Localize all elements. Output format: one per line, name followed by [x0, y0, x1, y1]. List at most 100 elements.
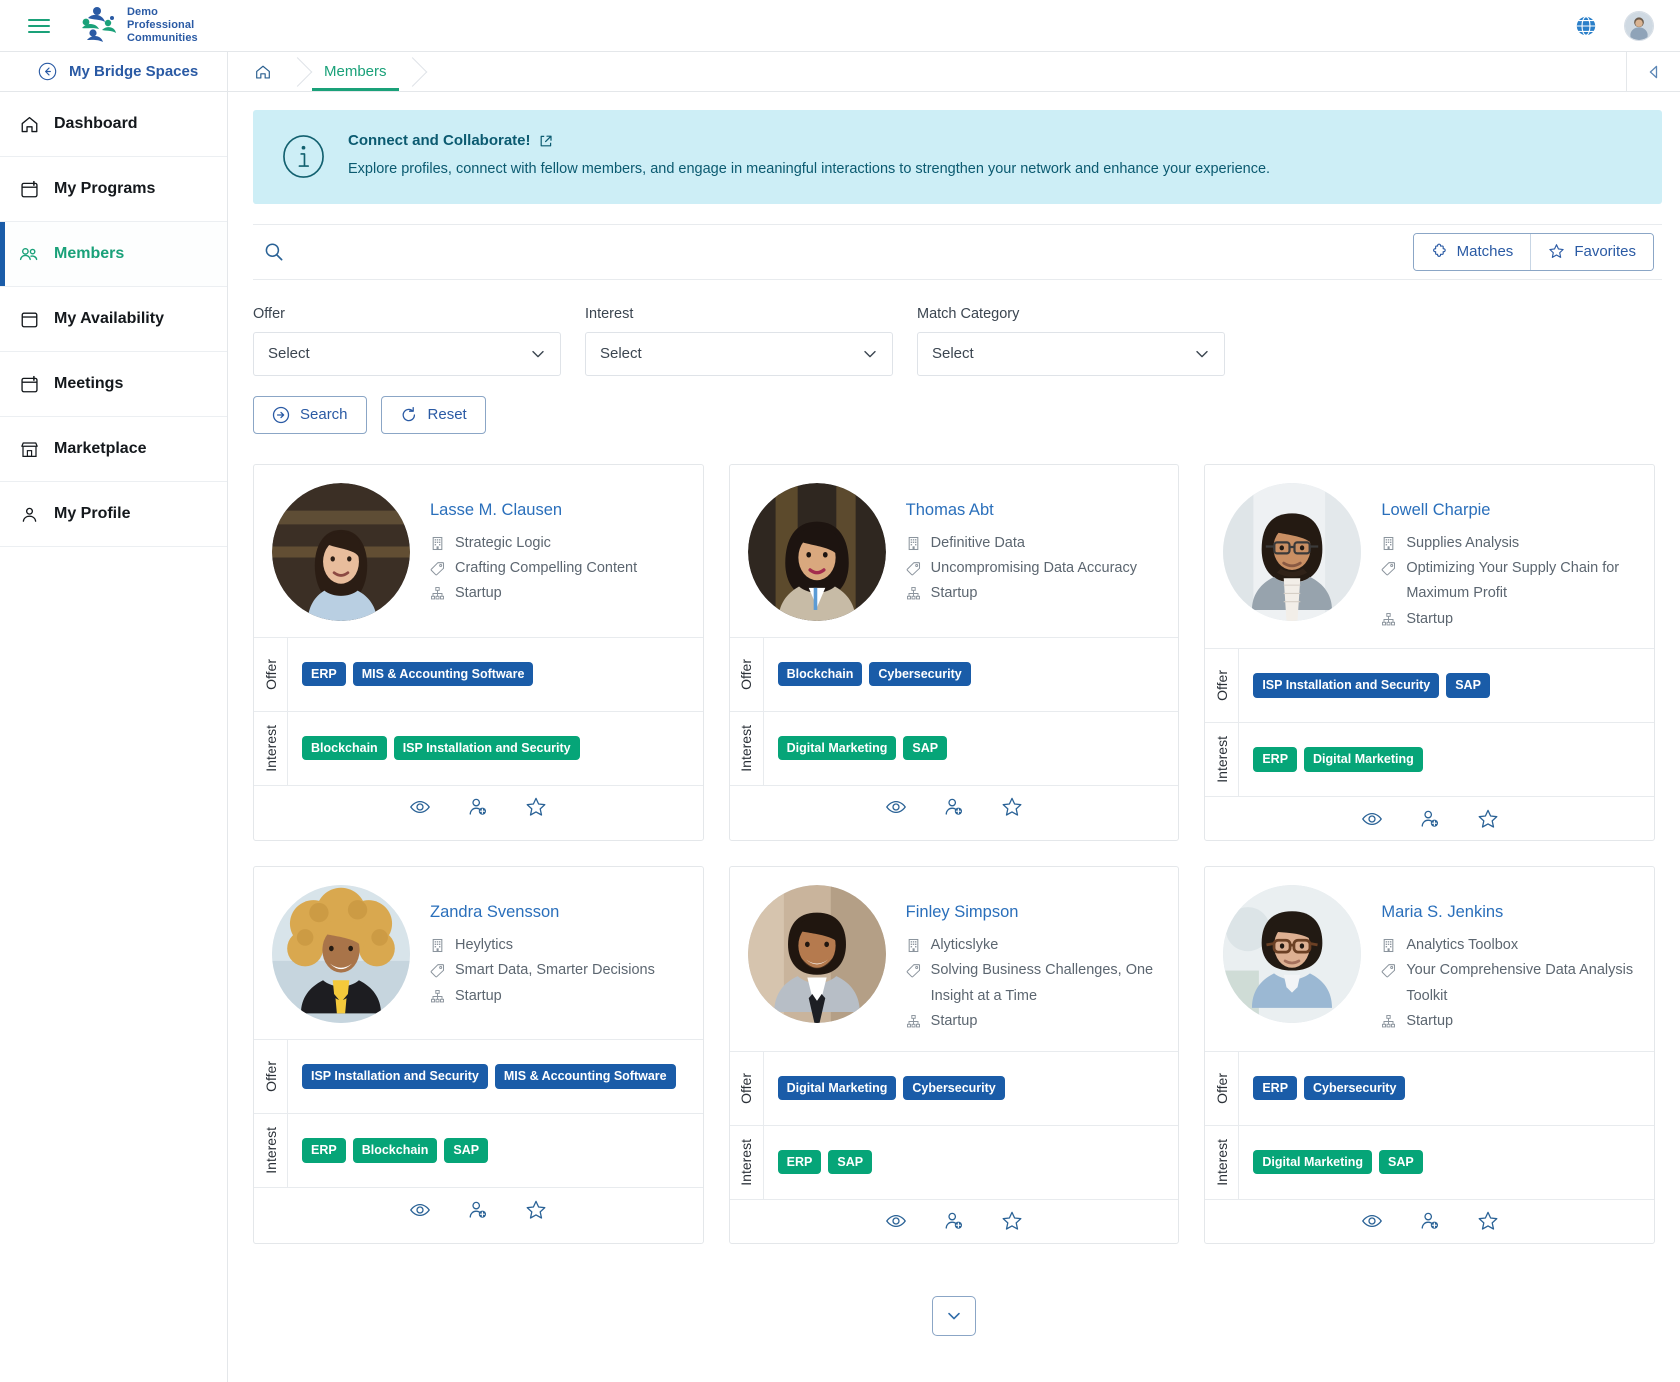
sidebar-item-label: My Programs	[54, 180, 156, 197]
interest-tag[interactable]: Digital Marketing	[777, 735, 897, 761]
star-icon[interactable]	[525, 796, 547, 818]
star-icon[interactable]	[1477, 808, 1499, 830]
member-name[interactable]: Finley Simpson	[906, 903, 1161, 922]
add-person-icon[interactable]	[943, 1210, 965, 1232]
add-person-icon[interactable]	[467, 796, 489, 818]
interest-tag[interactable]: ERP	[302, 1138, 346, 1163]
member-info: Finley Simpson Alyticslyke Solving Busin…	[906, 885, 1161, 1035]
offer-tag[interactable]: Digital Marketing	[777, 1075, 897, 1101]
filter-offer: Offer Select	[253, 306, 561, 376]
favorites-button[interactable]: Favorites	[1530, 233, 1653, 270]
back-to-bridge-spaces[interactable]: My Bridge Spaces	[0, 52, 228, 91]
filter-offer-select[interactable]: Select	[253, 331, 561, 376]
interest-tag[interactable]: SAP	[828, 1149, 873, 1175]
sidebar-item-meetings[interactable]: Meetings	[0, 352, 227, 417]
search-input[interactable]	[299, 243, 1399, 261]
offer-label-text: Offer	[1213, 670, 1230, 701]
breadcrumb-home[interactable]	[228, 52, 298, 91]
star-icon[interactable]	[525, 1199, 547, 1221]
offer-tag[interactable]: ISP Installation and Security	[1253, 673, 1440, 698]
external-link-icon[interactable]	[539, 134, 553, 148]
tag-icon	[906, 964, 920, 978]
avatar[interactable]	[1624, 10, 1654, 41]
search-button[interactable]: Search	[253, 395, 367, 434]
interest-tag[interactable]: Blockchain	[352, 1138, 438, 1163]
member-name[interactable]: Lasse M. Clausen	[430, 501, 637, 520]
member-info: Lasse M. Clausen Strategic Logic Craftin…	[430, 483, 637, 621]
filter-match-category-select[interactable]: Select	[917, 331, 1225, 376]
member-tagline: Solving Business Challenges, One Insight…	[930, 962, 1154, 1004]
breadcrumb-active-underline	[312, 88, 399, 91]
add-person-icon[interactable]	[943, 796, 965, 818]
store-icon	[18, 438, 40, 460]
eye-icon[interactable]	[409, 796, 431, 818]
offer-tag[interactable]: MIS & Accounting Software	[352, 661, 534, 687]
offer-tag[interactable]: Blockchain	[777, 661, 863, 687]
member-name[interactable]: Thomas Abt	[906, 501, 1137, 520]
app-logo[interactable]: Demo Professional Communities	[78, 6, 198, 46]
sidebar-item-my-profile[interactable]: My Profile	[0, 482, 227, 547]
sidebar-item-my-availability[interactable]: My Availability	[0, 287, 227, 352]
interest-tag[interactable]: ERP	[1253, 747, 1298, 772]
offer-tag[interactable]: ERP	[1253, 1075, 1298, 1101]
interest-tag[interactable]: Blockchain	[302, 735, 387, 761]
home-icon	[18, 113, 40, 135]
sidebar-item-dashboard[interactable]: Dashboard	[0, 92, 227, 157]
reset-button[interactable]: Reset	[380, 395, 486, 434]
star-icon[interactable]	[1001, 1210, 1023, 1232]
offer-tag[interactable]: Cybersecurity	[1304, 1075, 1406, 1101]
star-icon[interactable]	[1001, 796, 1023, 818]
offer-tag[interactable]: ISP Installation and Security	[302, 1064, 488, 1089]
interest-tags: ERP Blockchain SAP	[288, 1114, 703, 1187]
member-tagline: Uncompromising Data Accuracy	[930, 559, 1137, 576]
member-name[interactable]: Zandra Svensson	[430, 903, 655, 922]
offer-tag[interactable]: Cybersecurity	[903, 1075, 1005, 1101]
add-person-icon[interactable]	[467, 1199, 489, 1221]
offer-tag[interactable]: ERP	[302, 661, 346, 687]
eye-icon[interactable]	[885, 796, 907, 818]
interest-tag[interactable]: ERP	[777, 1149, 822, 1175]
eye-icon[interactable]	[409, 1199, 431, 1221]
building-icon	[1384, 536, 1394, 550]
banner-wrapper: Connect and Collaborate! Explore profile…	[228, 92, 1680, 204]
collapse-panel-button[interactable]	[1626, 52, 1680, 91]
member-name[interactable]: Lowell Charpie	[1381, 501, 1636, 520]
building-icon	[1384, 939, 1394, 953]
matches-button[interactable]: Matches	[1413, 233, 1531, 270]
offer-tag[interactable]: SAP	[1446, 673, 1490, 698]
offer-tag[interactable]: MIS & Accounting Software	[494, 1064, 676, 1089]
interest-tag[interactable]: ISP Installation and Security	[393, 735, 580, 761]
member-card-actions	[254, 784, 703, 829]
tag-icon	[1381, 562, 1396, 576]
sidebar-item-members[interactable]: Members	[0, 222, 227, 287]
offer-row-label: Offer	[1205, 649, 1240, 723]
eye-icon[interactable]	[1361, 1210, 1383, 1232]
breadcrumb-members[interactable]: Members	[298, 52, 413, 91]
member-tagline: Your Comprehensive Data Analysis Toolkit	[1406, 962, 1634, 1004]
interest-tag[interactable]: SAP	[903, 735, 948, 761]
interest-tag[interactable]: Digital Marketing	[1304, 747, 1423, 772]
eye-icon[interactable]	[885, 1210, 907, 1232]
hamburger-icon[interactable]	[28, 18, 50, 33]
search-icon[interactable]	[263, 241, 285, 263]
load-more-button[interactable]	[932, 1295, 976, 1336]
add-person-icon[interactable]	[1419, 808, 1441, 830]
add-person-icon[interactable]	[1419, 1210, 1441, 1232]
interest-tag[interactable]: SAP	[1379, 1149, 1423, 1175]
sidebar-item-my-programs[interactable]: My Programs	[0, 157, 227, 222]
top-bar: Demo Professional Communities	[0, 0, 1680, 52]
interest-tag[interactable]: Digital Marketing	[1253, 1149, 1373, 1175]
eye-icon[interactable]	[1361, 808, 1383, 830]
filter-row: Offer Select Interest Select Match Categ…	[228, 280, 1680, 376]
offer-tag[interactable]: Cybersecurity	[869, 661, 971, 687]
star-icon[interactable]	[1477, 1210, 1499, 1232]
globe-icon[interactable]	[1574, 14, 1598, 38]
search-bar: Matches Favorites	[253, 223, 1662, 280]
interest-tag[interactable]: SAP	[444, 1138, 489, 1163]
sidebar-item-marketplace[interactable]: Marketplace	[0, 417, 227, 482]
home-icon	[256, 65, 270, 79]
member-name[interactable]: Maria S. Jenkins	[1381, 903, 1636, 922]
filter-interest-select[interactable]: Select	[585, 331, 893, 376]
member-card: Maria S. Jenkins Analytics Toolbox Your …	[1204, 866, 1655, 1244]
member-company-row: Alyticslyke	[906, 933, 1161, 958]
